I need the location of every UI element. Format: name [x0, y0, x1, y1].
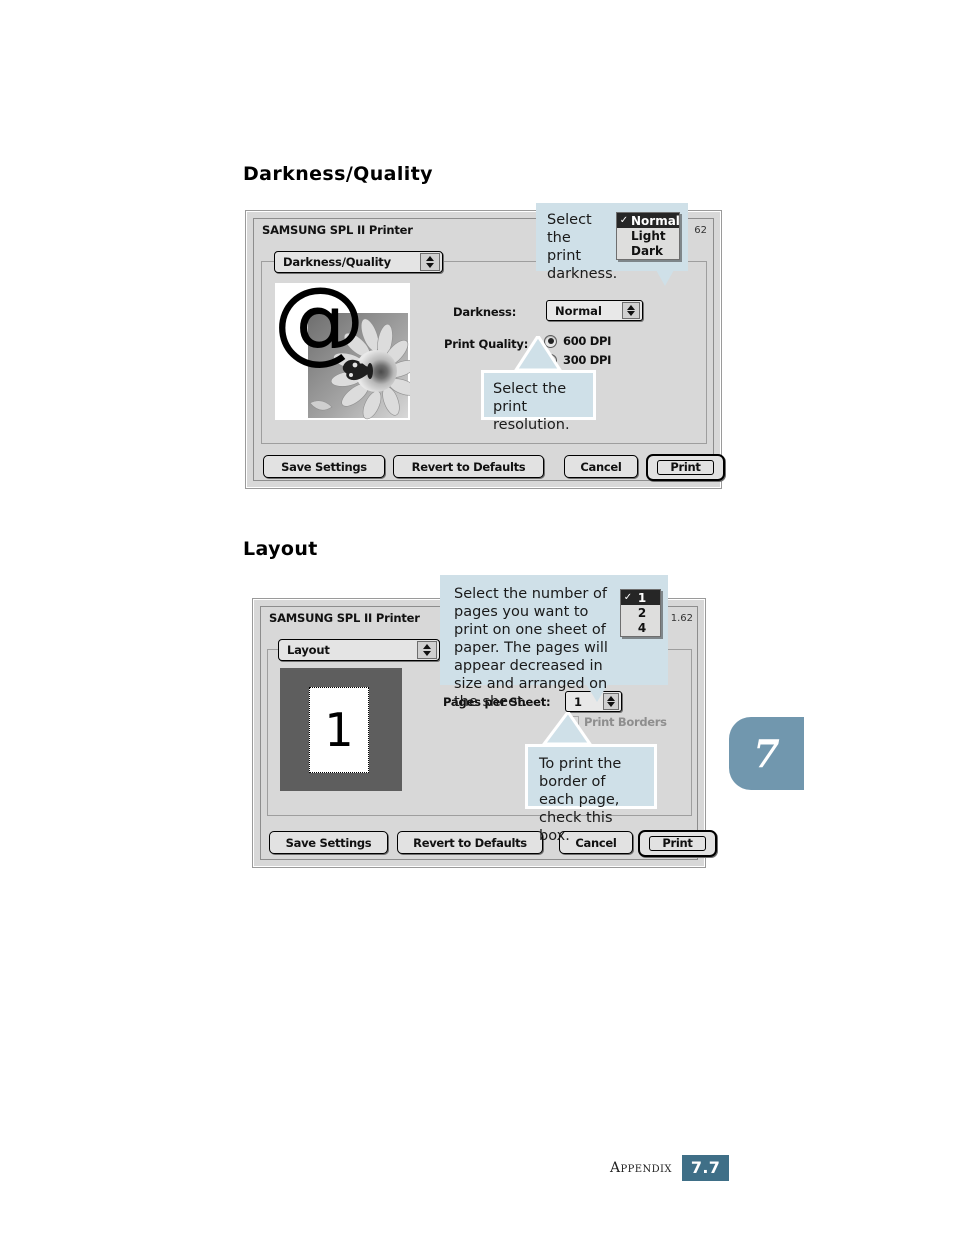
layout-preview-page: 1	[309, 687, 369, 773]
callout-pages-text: Select the number of pages you want to p…	[454, 586, 608, 710]
callout-resolution-tail	[513, 336, 563, 372]
save-settings-button[interactable]: Save Settings	[269, 831, 388, 854]
layout-preview-page-number: 1	[324, 703, 354, 757]
dialog-title-layout: SAMSUNG SPL II Printer	[269, 611, 420, 625]
menu-item-4-label: 4	[637, 620, 647, 635]
cancel-button[interactable]: Cancel	[564, 455, 638, 478]
menu-item-1-label: 1	[637, 590, 647, 605]
menu-item-dark-label: Dark	[631, 243, 663, 258]
darkness-label: Darkness:	[453, 305, 517, 319]
up-down-arrows-icon	[622, 302, 640, 319]
darkness-dropdown[interactable]: Normal	[546, 300, 643, 321]
up-down-arrows-icon	[420, 253, 440, 271]
print-button[interactable]: Print	[638, 830, 717, 857]
menu-item-2-label: 2	[637, 605, 647, 620]
print-button-label: Print	[657, 460, 714, 475]
callout-resolution-text: Select the print resolution.	[493, 381, 570, 433]
dialog-title-darkness: SAMSUNG SPL II Printer	[262, 223, 413, 237]
chapter-tab-marker: 7	[729, 717, 804, 790]
panel-selector-label: Layout	[287, 643, 330, 657]
dialog-version-darkness: 62	[694, 225, 707, 236]
layout-preview-thumbnail: 1	[280, 668, 402, 791]
print-preview-thumbnail: @	[275, 283, 410, 420]
checkmark-icon: ✓	[623, 592, 633, 603]
at-symbol-icon: @	[275, 283, 365, 374]
menu-item-normal-label: Normal	[631, 213, 680, 228]
page-title-darkness-quality: Darkness/Quality	[243, 163, 433, 185]
callout-borders-text: To print the border of each page, check …	[539, 756, 622, 844]
page-footer: Appendix 7.7	[610, 1155, 730, 1181]
menu-item-1[interactable]: ✓ 1	[621, 590, 660, 605]
panel-selector-layout[interactable]: Layout	[278, 639, 440, 661]
checkmark-icon: ✓	[619, 215, 629, 226]
panel-selector-label: Darkness/Quality	[283, 255, 391, 269]
print-button[interactable]: Print	[646, 454, 725, 481]
print-button-label: Print	[649, 836, 706, 851]
menu-item-light[interactable]: Light	[617, 228, 679, 243]
menu-item-4[interactable]: 4	[621, 620, 660, 635]
revert-to-defaults-button[interactable]: Revert to Defaults	[397, 831, 543, 854]
footer-page-number: 7.7	[681, 1155, 730, 1181]
revert-to-defaults-button[interactable]: Revert to Defaults	[393, 455, 544, 478]
panel-selector-darkness-quality[interactable]: Darkness/Quality	[274, 251, 443, 273]
up-down-arrows-icon	[417, 641, 437, 659]
footer-appendix-label: Appendix	[610, 1160, 672, 1176]
menu-item-normal[interactable]: ✓ Normal	[617, 213, 680, 228]
callout-darkness-text: Select the print darkness.	[547, 212, 618, 282]
dialog-version-layout: 1.62	[670, 613, 693, 624]
chapter-tab-number: 7	[753, 731, 780, 776]
darkness-dropdown-value: Normal	[555, 303, 602, 318]
darkness-open-menu[interactable]: ✓ Normal Light Dark	[616, 212, 680, 260]
pages-per-sheet-open-menu[interactable]: ✓ 1 2 4	[620, 589, 661, 637]
save-settings-button[interactable]: Save Settings	[263, 455, 385, 478]
menu-item-dark[interactable]: Dark	[617, 243, 679, 258]
page-title-layout: Layout	[243, 538, 318, 560]
callout-tail-darkness	[656, 270, 674, 286]
menu-item-light-label: Light	[631, 228, 666, 243]
callout-borders-tail	[541, 712, 593, 746]
menu-item-2[interactable]: 2	[621, 605, 660, 620]
